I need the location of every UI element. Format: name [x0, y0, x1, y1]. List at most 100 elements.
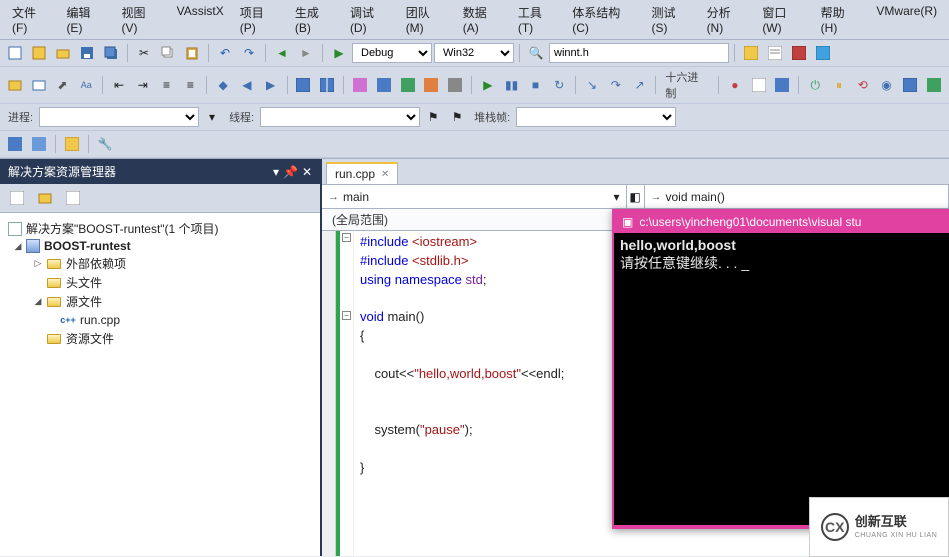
va-open-file-button[interactable] — [4, 74, 26, 96]
file-tab-run-cpp[interactable]: run.cpp ✕ — [326, 162, 398, 184]
cursor-icon[interactable]: ⬈ — [52, 74, 74, 96]
nav-sync-button[interactable]: ◧ — [627, 185, 645, 208]
output-button[interactable] — [748, 74, 770, 96]
console-title-bar[interactable]: ▣ c:\users\yincheng01\documents\visual s… — [614, 211, 949, 233]
thread-flag2-button[interactable]: ⚑ — [446, 106, 468, 128]
fold-toggle[interactable]: − — [342, 233, 351, 242]
panel-close-icon[interactable]: ✕ — [302, 165, 312, 179]
show-all-files-icon[interactable] — [34, 187, 56, 209]
va-outline-button[interactable]: Aa — [75, 74, 97, 96]
debug-restart-button[interactable]: ↻ — [548, 74, 570, 96]
menu-view[interactable]: 视图(V) — [114, 2, 169, 37]
increase-indent-button[interactable]: ⇥ — [132, 74, 154, 96]
redo-button[interactable]: ↷ — [238, 42, 260, 64]
split-window-button[interactable] — [316, 74, 338, 96]
menu-analyze[interactable]: 分析(N) — [699, 2, 755, 37]
sources-node[interactable]: ◢ 源文件 — [4, 292, 316, 311]
solution-tree[interactable]: 解决方案"BOOST-runtest"(1 个项目) ◢ BOOST-runte… — [0, 213, 320, 556]
prev-bookmark-button[interactable]: ◀ — [236, 74, 258, 96]
immediate-button[interactable] — [772, 74, 794, 96]
undo-button[interactable]: ↶ — [214, 42, 236, 64]
menu-team[interactable]: 团队(M) — [398, 2, 455, 37]
external-node[interactable]: ▷ 外部依赖项 — [4, 254, 316, 273]
vmware-snapshot-button[interactable]: ◉ — [876, 74, 898, 96]
solution-node[interactable]: 解决方案"BOOST-runtest"(1 个项目) — [4, 219, 316, 238]
vmware-fullscreen-button[interactable] — [899, 74, 921, 96]
menu-tools[interactable]: 工具(T) — [510, 2, 564, 37]
vmware-unity-button[interactable] — [923, 74, 945, 96]
properties-icon[interactable] — [6, 187, 28, 209]
scope-dropdown-left[interactable]: → main ▾ — [322, 185, 627, 208]
debug-start-button[interactable]: ▶ — [477, 74, 499, 96]
macros-button[interactable] — [420, 74, 442, 96]
extension-button[interactable] — [61, 133, 83, 155]
bookmark-button[interactable]: ◆ — [212, 74, 234, 96]
menu-build[interactable]: 生成(B) — [287, 2, 342, 37]
uncomment-button[interactable]: ≡ — [179, 74, 201, 96]
expand-icon[interactable]: ◢ — [32, 296, 44, 308]
open-file-button[interactable] — [52, 42, 74, 64]
vmware-reset-button[interactable]: ⟲ — [852, 74, 874, 96]
debug-stop-button[interactable]: ■ — [525, 74, 547, 96]
find-in-files-button[interactable]: 🔍 — [525, 42, 547, 64]
quick-find-input[interactable] — [549, 43, 729, 63]
copy-button[interactable] — [157, 42, 179, 64]
menu-test[interactable]: 测试(S) — [643, 2, 698, 37]
menu-architecture[interactable]: 体系结构(C) — [564, 2, 643, 37]
decrease-indent-button[interactable]: ⇤ — [108, 74, 130, 96]
fold-toggle[interactable]: − — [342, 311, 351, 320]
tab-close-icon[interactable]: ✕ — [381, 169, 389, 180]
va-find-symbol-button[interactable] — [28, 74, 50, 96]
pin-icon[interactable]: 📌 — [283, 165, 298, 179]
source-file-node[interactable]: c++ run.cpp — [4, 311, 316, 329]
paste-button[interactable] — [181, 42, 203, 64]
expand-icon[interactable]: ◢ — [12, 240, 24, 252]
vmware-suspend-button[interactable]: ⏸ — [828, 74, 850, 96]
thread-dropdown[interactable] — [260, 107, 420, 127]
step-over-button[interactable]: ↷ — [605, 74, 627, 96]
menu-edit[interactable]: 编辑(E) — [58, 2, 113, 37]
platform-dropdown[interactable]: Win32 — [434, 43, 514, 63]
menu-data[interactable]: 数据(A) — [455, 2, 510, 37]
comment-button[interactable]: ≡ — [156, 74, 178, 96]
solution-explorer-button[interactable] — [740, 42, 762, 64]
scope-dropdown-right[interactable]: → void main() — [645, 185, 949, 208]
stackframe-dropdown[interactable] — [516, 107, 676, 127]
menu-debug[interactable]: 调试(D) — [342, 2, 398, 37]
vmware-power-button[interactable]: ⏻ — [804, 74, 826, 96]
resource-view-button[interactable] — [397, 74, 419, 96]
window-button[interactable] — [293, 74, 315, 96]
save-button[interactable] — [76, 42, 98, 64]
thread-flag-button[interactable]: ⚑ — [422, 106, 444, 128]
save-all-button[interactable] — [100, 42, 122, 64]
team-explorer-button[interactable] — [812, 42, 834, 64]
config-dropdown[interactable]: Debug — [352, 43, 432, 63]
resources-node[interactable]: 资源文件 — [4, 329, 316, 348]
console-window[interactable]: ▣ c:\users\yincheng01\documents\visual s… — [612, 209, 949, 529]
menu-vassistx[interactable]: VAssistX — [169, 2, 232, 37]
next-bookmark-button[interactable]: ▶ — [260, 74, 282, 96]
build-button[interactable] — [4, 133, 26, 155]
new-project-button[interactable] — [4, 42, 26, 64]
add-item-button[interactable] — [28, 42, 50, 64]
menu-help[interactable]: 帮助(H) — [813, 2, 869, 37]
nav-forward-button[interactable]: ► — [295, 42, 317, 64]
object-browser-button[interactable] — [373, 74, 395, 96]
headers-node[interactable]: 头文件 — [4, 273, 316, 292]
toolbox-button[interactable] — [788, 42, 810, 64]
properties-button[interactable] — [764, 42, 786, 64]
menu-file[interactable]: 文件(F) — [4, 2, 58, 37]
class-view-button[interactable] — [349, 74, 371, 96]
code-text[interactable]: #include <iostream> #include <stdlib.h> … — [354, 231, 570, 556]
start-debug-button[interactable]: ▶ — [328, 42, 350, 64]
breakpoints-button[interactable]: ● — [724, 74, 746, 96]
process-refresh-button[interactable]: ▾ — [201, 106, 223, 128]
server-explorer-button[interactable] — [444, 74, 466, 96]
debug-pause-button[interactable]: ▮▮ — [501, 74, 523, 96]
menu-project[interactable]: 项目(P) — [232, 2, 287, 37]
nav-back-button[interactable]: ◄ — [271, 42, 293, 64]
menu-window[interactable]: 窗口(W) — [754, 2, 812, 37]
cut-button[interactable]: ✂ — [133, 42, 155, 64]
panel-dropdown-icon[interactable]: ▾ — [273, 165, 279, 179]
step-out-button[interactable]: ↗ — [629, 74, 651, 96]
